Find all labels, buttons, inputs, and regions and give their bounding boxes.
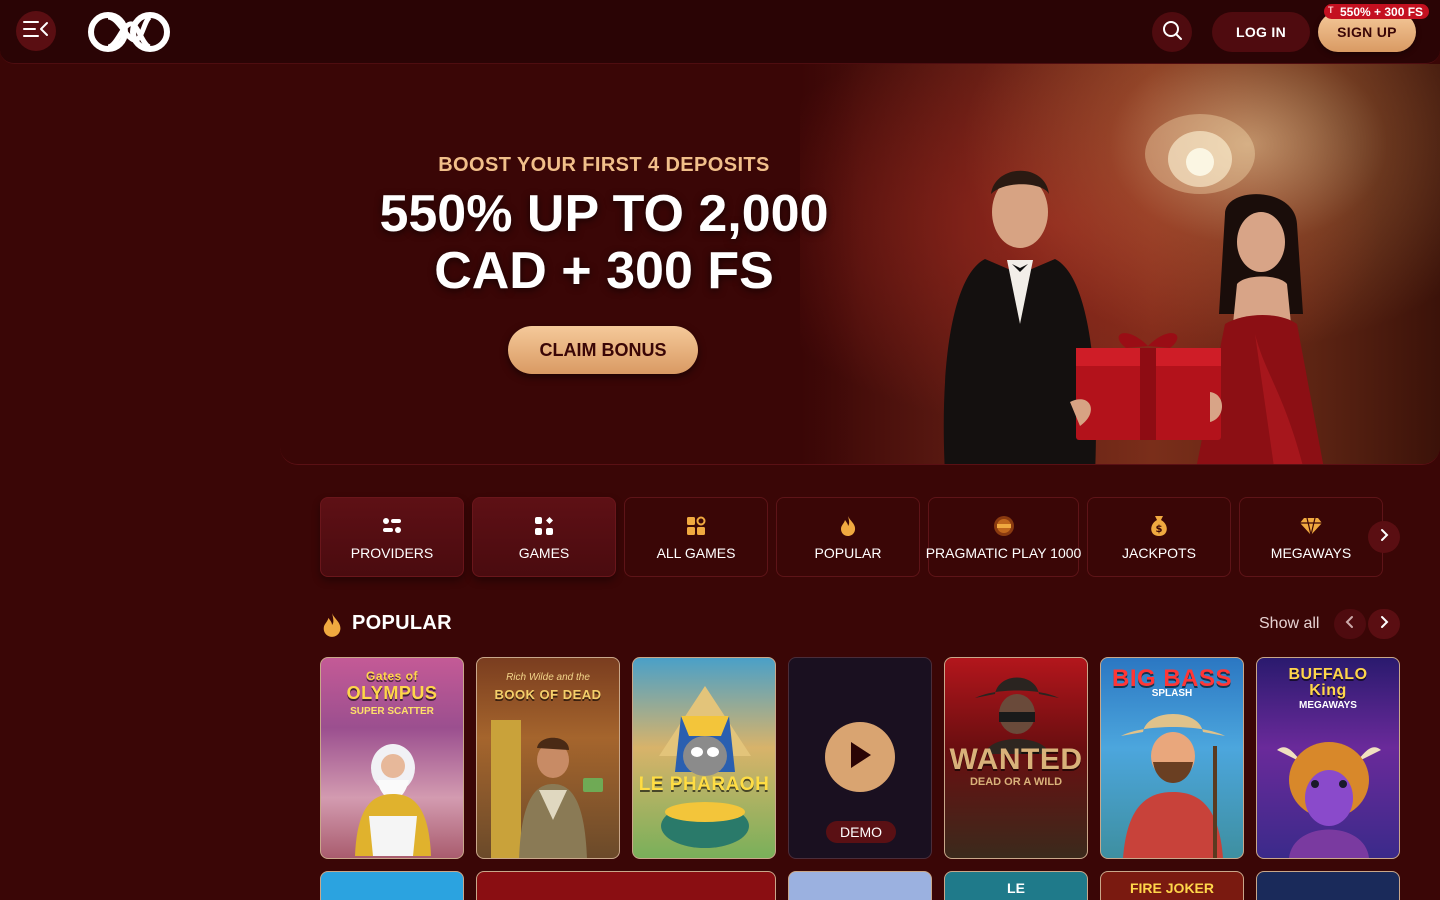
login-button[interactable]: LOG IN <box>1212 12 1310 52</box>
game-title-line-2: King <box>1309 682 1347 699</box>
category-jackpots[interactable]: $ JACKPOTS <box>1087 497 1231 577</box>
game-title-line-2: OLYMPUS <box>346 683 438 703</box>
popular-flame-icon <box>321 612 343 643</box>
category-megaways[interactable]: MEGAWAYS <box>1239 497 1383 577</box>
games-grid-icon <box>534 513 554 539</box>
category-label: GAMES <box>518 545 570 561</box>
buffalo-image <box>1277 742 1381 858</box>
search-icon <box>1161 19 1183 46</box>
drops-wins-icon <box>992 513 1016 539</box>
category-games[interactable]: GAMES <box>472 497 616 577</box>
chevron-right-icon <box>1378 615 1390 634</box>
play-demo-button[interactable] <box>825 722 895 792</box>
game-tile-big-bass-splash[interactable]: BIG BASS SPLASH <box>1100 657 1244 859</box>
game-subtitle: DEAD OR A WILD <box>969 776 1063 788</box>
game-tile-buffalo-king-megaways[interactable]: BUFFALO King MEGAWAYS <box>1256 657 1400 859</box>
site-logo[interactable] <box>86 10 174 59</box>
game-tile-row2-4[interactable]: LE <box>944 871 1088 900</box>
diamond-icon <box>1299 513 1323 539</box>
game-title: BOOK OF DEAD <box>494 687 602 702</box>
category-pragmatic-play-1000[interactable]: PRAGMATIC PLAY 1000 <box>925 497 1082 577</box>
top-header: LOG IN SIGN UP T 550% + 300 FS <box>0 0 1440 64</box>
game-title: Gates of OLYMPUS <box>321 668 463 702</box>
category-providers[interactable]: PROVIDERS <box>320 497 464 577</box>
game-subtitle: SUPER SCATTER <box>350 706 434 717</box>
game-tile-le-pharaoh[interactable]: LE PHARAOH <box>632 657 776 859</box>
search-button[interactable] <box>1152 12 1192 52</box>
category-label: PROVIDERS <box>350 545 434 561</box>
game-subtitle: MEGAWAYS <box>1299 700 1357 711</box>
game-tile-book-of-dead[interactable]: Rich Wilde and the BOOK OF DEAD <box>476 657 620 859</box>
all-games-icon <box>685 513 707 539</box>
chevron-left-icon <box>1344 615 1356 634</box>
game-title: WANTED <box>949 743 1083 776</box>
svg-text:$: $ <box>1156 524 1163 535</box>
chevron-right-icon <box>1378 528 1390 547</box>
category-nav: PROVIDERS GAMES ALL GAMES POPULAR PRAGMA… <box>320 497 1400 577</box>
game-tile-demo[interactable]: DEMO <box>788 657 932 859</box>
category-label: PRAGMATIC PLAY 1000 <box>925 545 1082 561</box>
game-title: LE <box>1007 880 1025 896</box>
game-title: FIRE JOKER <box>1129 880 1214 896</box>
menu-toggle-button[interactable] <box>16 11 56 51</box>
game-tile-gates-of-olympus[interactable]: Gates of OLYMPUS SUPER SCATTER <box>320 657 464 859</box>
game-tile-row2-6[interactable] <box>1256 871 1400 900</box>
game-title: BUFFALO <box>1288 666 1368 683</box>
category-label: MEGAWAYS <box>1270 545 1352 561</box>
explorer-image <box>491 720 603 858</box>
category-label: POPULAR <box>814 545 882 561</box>
hero-title: 550% UP TO 2,000 CAD + 300 FS <box>324 186 884 300</box>
game-tile-row2-5[interactable]: FIRE JOKER <box>1100 871 1244 900</box>
hero-banner[interactable]: BOOST YOUR FIRST 4 DEPOSITS 550% UP TO 2… <box>280 64 1440 465</box>
game-tile-row2-3[interactable] <box>788 871 932 900</box>
signup-bonus-badge: T 550% + 300 FS <box>1324 4 1430 19</box>
money-bag-icon: $ <box>1149 513 1169 539</box>
categories-next-button[interactable] <box>1368 521 1400 553</box>
section-title-popular: POPULAR <box>352 612 452 634</box>
category-label: JACKPOTS <box>1122 545 1196 561</box>
category-all-games[interactable]: ALL GAMES <box>624 497 768 577</box>
hero-title-line-1: 550% UP TO 2,000 <box>379 185 829 243</box>
gift-box-image <box>1070 333 1222 440</box>
raccoon-pharaoh-image <box>659 686 751 848</box>
demo-label: DEMO <box>826 821 896 843</box>
hero-subtitle: BOOST YOUR FIRST 4 DEPOSITS <box>438 154 770 176</box>
play-icon <box>847 740 873 775</box>
claim-bonus-button[interactable]: CLAIM BONUS <box>508 326 698 374</box>
game-title: LE PHARAOH <box>638 774 770 795</box>
zeus-image <box>355 744 431 856</box>
game-tile-row2-2[interactable] <box>476 871 776 900</box>
category-popular[interactable]: POPULAR <box>776 497 920 577</box>
flame-icon <box>839 513 857 539</box>
cowboy-image <box>975 677 1059 754</box>
show-all-link[interactable]: Show all <box>1259 615 1319 633</box>
popular-next-button[interactable] <box>1368 609 1400 639</box>
badge-prefix: T <box>1328 5 1334 15</box>
game-tile-wanted-dead-or-a-wild[interactable]: WANTED DEAD OR A WILD <box>944 657 1088 859</box>
popular-prev-button[interactable] <box>1334 609 1366 639</box>
game-subtitle: Rich Wilde and the <box>506 672 590 683</box>
game-tile-row2-1[interactable] <box>320 871 464 900</box>
fisherman-image <box>1121 714 1225 858</box>
menu-icon <box>23 19 49 44</box>
badge-text: 550% + 300 FS <box>1340 4 1424 19</box>
game-subtitle: SPLASH <box>1151 688 1193 699</box>
providers-icon <box>381 513 403 539</box>
category-label: ALL GAMES <box>656 545 736 561</box>
hero-title-line-2: CAD + 300 FS <box>434 242 774 300</box>
